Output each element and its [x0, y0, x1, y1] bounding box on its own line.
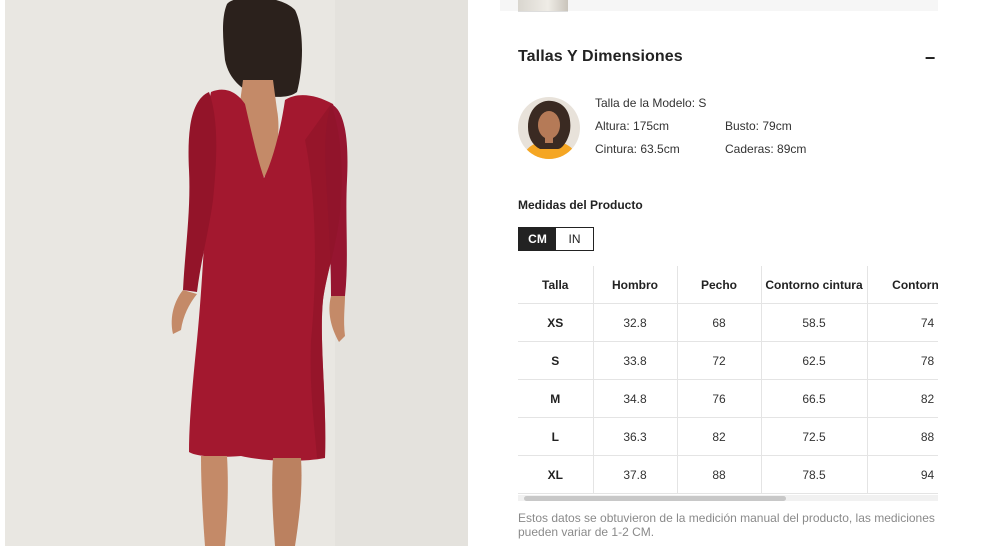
model-size: Talla de la Modelo: S — [595, 96, 707, 110]
table-cell: 33.8 — [592, 341, 678, 380]
size-cell: L — [518, 417, 594, 456]
table-cell: 78 — [866, 341, 938, 380]
measurement-disclaimer: Estos datos se obtuvieron de la medición… — [518, 511, 935, 539]
table-cell: 94 — [866, 455, 938, 494]
table-row: L 36.3 82 72.5 88 — [518, 417, 938, 456]
table-cell: 82 — [676, 417, 762, 456]
model-avatar — [518, 97, 580, 159]
table-cell: 34.8 — [592, 379, 678, 418]
table-cell: 58.5 — [760, 303, 868, 342]
header-hombro: Hombro — [592, 266, 678, 304]
header-pecho: Pecho — [676, 266, 762, 304]
unit-in-button[interactable]: IN — [556, 228, 593, 250]
model-avatar-illustration — [518, 97, 580, 159]
size-cell: XS — [518, 303, 594, 342]
model-height: Altura: 175cm — [595, 119, 670, 133]
collapse-minus-icon[interactable]: − — [922, 48, 938, 68]
product-photo — [5, 0, 468, 546]
size-info-pane: Tallas Y Dimensiones − Talla de la Model… — [500, 0, 986, 546]
scrollbar-thumb[interactable] — [524, 496, 786, 501]
table-scrollbar[interactable] — [518, 495, 938, 501]
table-cell: 36.3 — [592, 417, 678, 456]
table-row: XL 37.8 88 78.5 94 — [518, 455, 938, 494]
table-row: M 34.8 76 66.5 82 — [518, 379, 938, 418]
table-cell: 37.8 — [592, 455, 678, 494]
model-waist: Cintura: 63.5cm — [595, 142, 680, 156]
table-row: XS 32.8 68 58.5 74 — [518, 303, 938, 342]
table-cell: 72 — [676, 341, 762, 380]
header-talla: Talla — [518, 266, 594, 304]
thumbnail-image[interactable] — [518, 0, 568, 12]
table-cell: 32.8 — [592, 303, 678, 342]
table-cell: 72.5 — [760, 417, 868, 456]
table-header-row: Talla Hombro Pecho Contorno cintura Cont… — [518, 266, 938, 304]
unit-toggle: CM IN — [518, 227, 594, 251]
table-cell: 66.5 — [760, 379, 868, 418]
table-cell: 78.5 — [760, 455, 868, 494]
table-cell: 88 — [676, 455, 762, 494]
section-title: Tallas Y Dimensiones — [518, 48, 683, 65]
dress-model-illustration — [5, 0, 468, 546]
table-row: S 33.8 72 62.5 78 — [518, 341, 938, 380]
size-table: Talla Hombro Pecho Contorno cintura Cont… — [518, 266, 938, 494]
table-cell: 68 — [676, 303, 762, 342]
size-cell: M — [518, 379, 594, 418]
table-cell: 74 — [866, 303, 938, 342]
size-cell: XL — [518, 455, 594, 494]
header-contorno-caderas: Contorno ca — [866, 266, 938, 304]
table-cell: 82 — [866, 379, 938, 418]
header-contorno-cintura: Contorno cintura — [760, 266, 868, 304]
table-cell: 62.5 — [760, 341, 868, 380]
model-bust: Busto: 79cm — [725, 119, 792, 133]
table-cell: 88 — [866, 417, 938, 456]
size-cell: S — [518, 341, 594, 380]
thumbnail-strip — [500, 0, 938, 12]
unit-cm-button[interactable]: CM — [519, 228, 556, 250]
model-hips: Caderas: 89cm — [725, 142, 807, 156]
table-cell: 76 — [676, 379, 762, 418]
product-measures-title: Medidas del Producto — [518, 198, 643, 212]
size-table-container: Talla Hombro Pecho Contorno cintura Cont… — [518, 266, 938, 494]
